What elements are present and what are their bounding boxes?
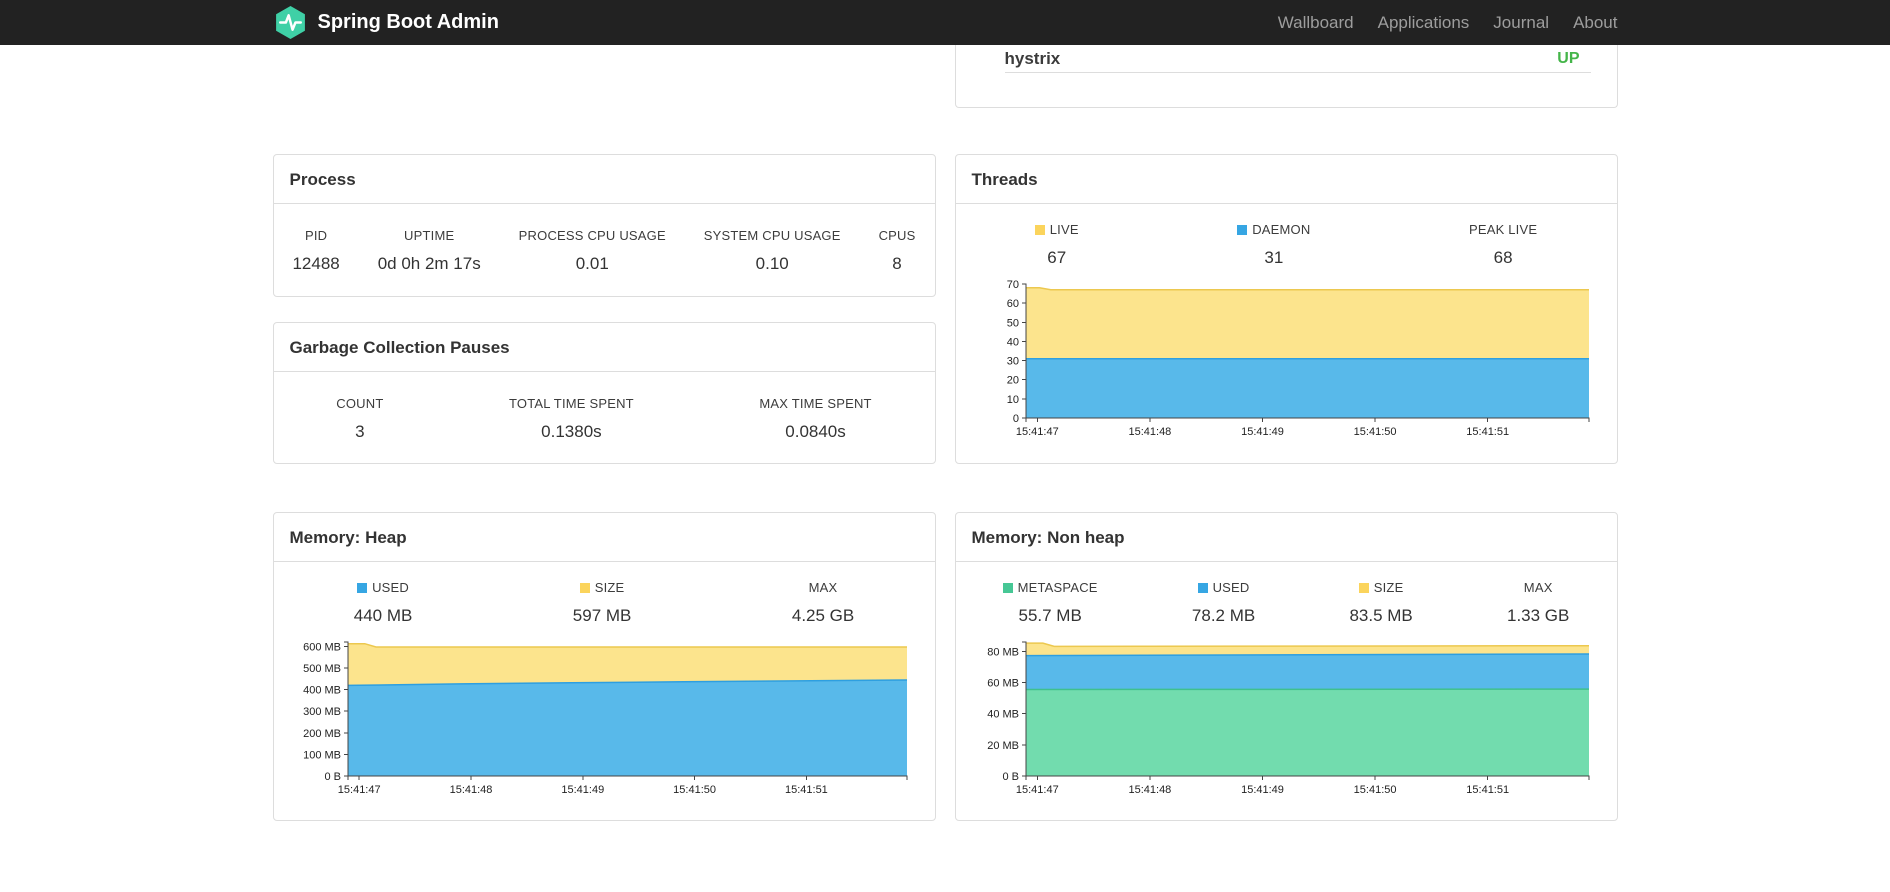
memory-heap-card: Memory: Heap USED 440 MB SIZE 597 MB MAX… <box>272 512 936 821</box>
stat-process-cpu-usage: PROCESS CPU USAGE 0.01 <box>518 228 666 273</box>
nonheap-legend: METASPACE 55.7 MB USED 78.2 MB SIZE 83.5… <box>956 562 1617 626</box>
heap-size-swatch <box>579 582 590 593</box>
svg-text:600 MB: 600 MB <box>303 641 341 653</box>
svg-text:15:41:50: 15:41:50 <box>1353 784 1396 796</box>
left-column: Process PID 12488 UPTIME 0d 0h 2m 17s PR… <box>272 45 936 821</box>
legend-heap-max: MAX 4.25 GB <box>791 580 855 625</box>
brand[interactable]: Spring Boot Admin <box>273 5 499 40</box>
nonheap-card-title: Memory: Non heap <box>955 513 1617 562</box>
svg-text:15:41:51: 15:41:51 <box>784 784 827 796</box>
legend-nonheap-max: MAX 1.33 GB <box>1507 580 1570 625</box>
svg-text:50: 50 <box>1006 317 1018 329</box>
gc-stats: COUNT 3 TOTAL TIME SPENT 0.1380s MAX TIM… <box>274 372 935 442</box>
svg-text:15:41:48: 15:41:48 <box>1128 426 1171 438</box>
stat-system-cpu-usage: SYSTEM CPU USAGE 0.10 <box>703 228 841 273</box>
nonheap-used-swatch <box>1197 582 1208 593</box>
legend-live: LIVE 67 <box>1034 222 1079 268</box>
svg-text:30: 30 <box>1006 356 1018 368</box>
svg-text:15:41:47: 15:41:47 <box>1015 784 1058 796</box>
legend-nonheap-used: USED 78.2 MB <box>1191 580 1256 625</box>
navbar: Spring Boot Admin Wallboard Applications… <box>0 0 1890 45</box>
spring-boot-admin-logo <box>275 6 305 39</box>
svg-text:0: 0 <box>1012 413 1018 425</box>
right-column: hystrix UP Threads LIVE 67 DAEMON 31 PEA… <box>954 45 1618 821</box>
svg-text:40: 40 <box>1006 336 1018 348</box>
svg-text:15:41:49: 15:41:49 <box>1241 784 1284 796</box>
threads-card: Threads LIVE 67 DAEMON 31 PEAK LIVE 68 0… <box>954 154 1618 464</box>
heap-chart: 0 B 100 MB 200 MB 300 MB 400 MB 500 MB 600 MB 1… <box>303 641 907 796</box>
live-swatch <box>1034 224 1045 235</box>
health-card-fragment: hystrix UP <box>954 45 1618 108</box>
heap-used-swatch <box>357 582 368 593</box>
svg-text:100 MB: 100 MB <box>303 749 341 761</box>
svg-text:400 MB: 400 MB <box>303 685 341 697</box>
svg-text:0 B: 0 B <box>324 771 341 783</box>
svg-text:60: 60 <box>1006 298 1018 310</box>
svg-text:80 MB: 80 MB <box>987 646 1019 658</box>
nonheap-size-swatch <box>1358 582 1369 593</box>
svg-text:15:41:47: 15:41:47 <box>1015 426 1058 438</box>
stat-count: COUNT 3 <box>336 396 384 441</box>
gc-card-title: Garbage Collection Pauses <box>273 323 935 372</box>
heap-card-title: Memory: Heap <box>273 513 935 562</box>
svg-text:15:41:48: 15:41:48 <box>449 784 492 796</box>
legend-daemon: DAEMON 31 <box>1237 222 1310 268</box>
nonheap-chart: 0 B 20 MB 40 MB 60 MB 80 MB 15:41:47 15:41:48 1… <box>987 641 1589 796</box>
main-content: Process PID 12488 UPTIME 0d 0h 2m 17s PR… <box>272 45 1618 821</box>
metaspace-swatch <box>1002 582 1013 593</box>
legend-peak-live: PEAK LIVE 68 <box>1468 222 1538 267</box>
daemon-swatch <box>1237 224 1248 235</box>
brand-title: Spring Boot Admin <box>317 11 499 33</box>
legend-metaspace: METASPACE 55.7 MB <box>1002 580 1098 626</box>
nav-links: Wallboard Applications Journal About <box>1278 13 1618 33</box>
svg-text:15:41:47: 15:41:47 <box>337 784 380 796</box>
svg-text:15:41:49: 15:41:49 <box>1241 426 1284 438</box>
svg-text:70: 70 <box>1006 279 1018 291</box>
health-row-hystrix: hystrix UP <box>1004 45 1591 73</box>
legend-heap-size: SIZE 597 MB <box>572 580 632 625</box>
process-card: Process PID 12488 UPTIME 0d 0h 2m 17s PR… <box>272 154 936 297</box>
nav-item-applications[interactable]: Applications <box>1378 13 1470 33</box>
svg-text:20 MB: 20 MB <box>987 740 1019 752</box>
garbage-collection-card: Garbage Collection Pauses COUNT 3 TOTAL … <box>272 322 936 464</box>
nav-item-wallboard[interactable]: Wallboard <box>1278 13 1354 33</box>
legend-nonheap-size: SIZE 83.5 MB <box>1349 580 1413 625</box>
svg-text:15:41:51: 15:41:51 <box>1466 426 1509 438</box>
threads-legend: LIVE 67 DAEMON 31 PEAK LIVE 68 <box>956 204 1617 268</box>
svg-text:60 MB: 60 MB <box>987 678 1019 690</box>
stat-cpus: CPUS 8 <box>878 228 916 273</box>
nav-item-about[interactable]: About <box>1573 13 1617 33</box>
svg-text:15:41:51: 15:41:51 <box>1466 784 1509 796</box>
stat-pid: PID 12488 <box>292 228 340 273</box>
svg-text:20: 20 <box>1006 375 1018 387</box>
svg-text:200 MB: 200 MB <box>303 728 341 740</box>
stat-max-time-spent: MAX TIME SPENT 0.0840s <box>759 396 872 441</box>
heap-legend: USED 440 MB SIZE 597 MB MAX 4.25 GB <box>274 562 935 626</box>
svg-text:15:41:49: 15:41:49 <box>561 784 604 796</box>
memory-nonheap-card: Memory: Non heap METASPACE 55.7 MB USED … <box>954 512 1618 821</box>
stat-uptime: UPTIME 0d 0h 2m 17s <box>377 228 481 273</box>
nav-item-journal[interactable]: Journal <box>1493 13 1549 33</box>
svg-text:0 B: 0 B <box>1002 771 1019 783</box>
threads-card-title: Threads <box>955 155 1617 204</box>
process-stats: PID 12488 UPTIME 0d 0h 2m 17s PROCESS CP… <box>274 204 935 274</box>
stat-total-time-spent: TOTAL TIME SPENT 0.1380s <box>509 396 634 441</box>
health-status-badge: UP <box>1557 49 1580 67</box>
health-item-name: hystrix <box>1004 48 1061 68</box>
svg-text:500 MB: 500 MB <box>303 663 341 675</box>
process-card-title: Process <box>273 155 935 204</box>
svg-text:40 MB: 40 MB <box>987 709 1019 721</box>
threads-chart: 0 10 20 30 40 50 60 70 15:41:47 15:41:48 15:41:49 1… <box>1006 279 1589 438</box>
legend-heap-used: USED 440 MB <box>353 580 413 625</box>
svg-text:15:41:50: 15:41:50 <box>673 784 716 796</box>
svg-text:15:41:48: 15:41:48 <box>1128 784 1171 796</box>
svg-text:300 MB: 300 MB <box>303 706 341 718</box>
svg-text:15:41:50: 15:41:50 <box>1353 426 1396 438</box>
svg-text:10: 10 <box>1006 394 1018 406</box>
